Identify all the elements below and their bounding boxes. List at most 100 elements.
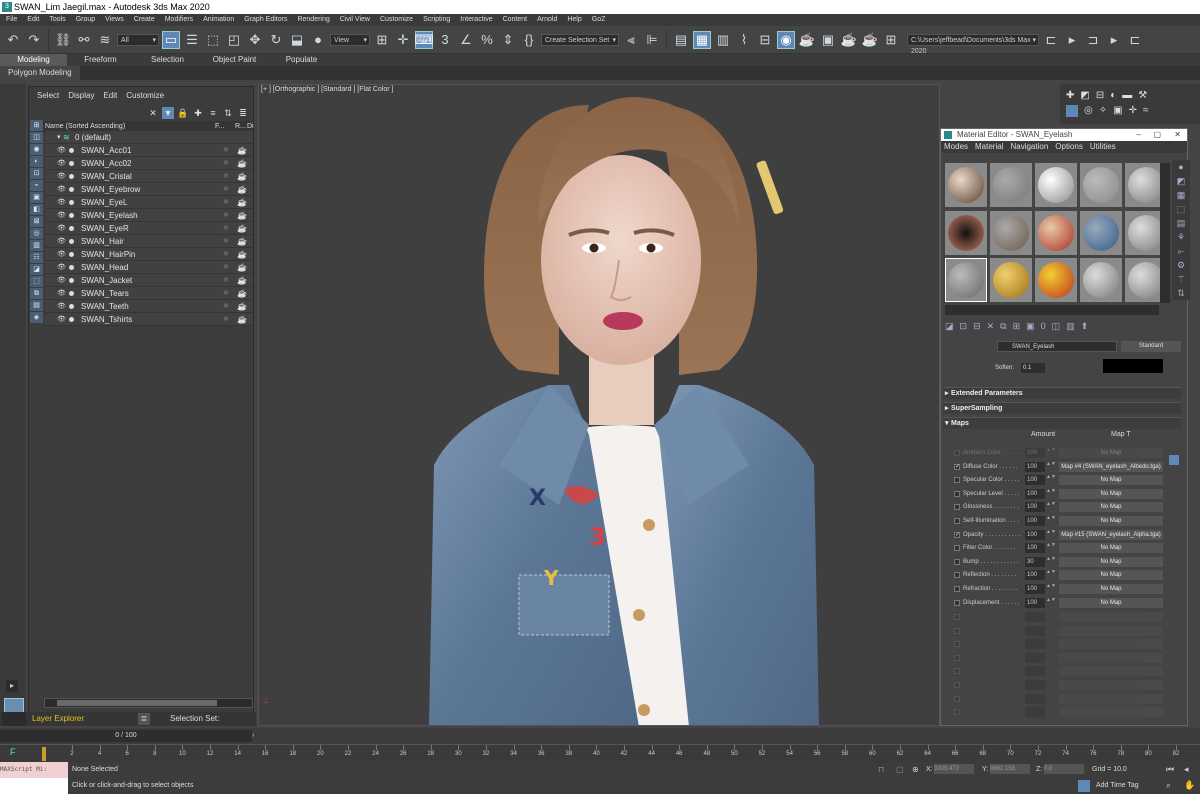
track-bar[interactable]: F 2 4 6 8 10 12 14 16 18 20 22 24 26 28 30 32 34 36 38 40 42…	[0, 744, 1200, 762]
close-icon[interactable]: ✕	[147, 107, 159, 119]
rect-selection-icon[interactable]: ⬚	[204, 31, 222, 49]
render-dot-icon[interactable]	[69, 174, 74, 179]
material-menu-utilities[interactable]: Utilities	[1090, 141, 1116, 153]
window-crossing-icon[interactable]: ◰	[225, 31, 243, 49]
visibility-icon[interactable]: 👁	[57, 274, 66, 287]
time-marker[interactable]	[42, 747, 46, 761]
scene-object-row[interactable]: 👁 SWAN_EyeL ❄ ☕	[45, 196, 253, 209]
menu-item-scripting[interactable]: Scripting	[423, 14, 450, 26]
display-tab-icon[interactable]: ▬	[1122, 90, 1132, 101]
scene-object-row[interactable]: 👁 SWAN_Hair ❄ ☕	[45, 235, 253, 248]
select-by-name-icon[interactable]: ☰	[183, 31, 201, 49]
map-checkbox[interactable]	[954, 558, 960, 565]
render-dot-icon[interactable]	[69, 187, 74, 192]
map-button[interactable]: Map #15 (SWAN_eyelash_Alpha.tga)	[1059, 529, 1163, 540]
material-menu-material[interactable]: Material	[975, 141, 1003, 153]
lock-icon[interactable]: 🔒	[177, 107, 189, 119]
spacewarps-icon[interactable]: ≈	[1143, 105, 1149, 117]
material-name-field[interactable]: SWAN_Eyelash	[997, 341, 1117, 352]
keyboard-shortcut-icon[interactable]: ⌨	[415, 30, 433, 49]
layers-toggle-icon[interactable]: ≣	[138, 713, 150, 725]
bind-spacewarp-icon[interactable]: ≋	[96, 31, 114, 49]
map-amount-field[interactable]: 100	[1025, 502, 1045, 513]
scene-object-row[interactable]: 👁 SWAN_EyeR ❄ ☕	[45, 222, 253, 235]
map-button[interactable]: No Map	[1059, 475, 1163, 486]
menu-item-modifiers[interactable]: Modifiers	[165, 14, 193, 26]
sample-slot[interactable]	[990, 210, 1032, 255]
filter-icon[interactable]: ⊞	[30, 120, 43, 131]
render-dot-icon[interactable]	[69, 226, 74, 231]
modify-tab-icon[interactable]: ◩	[1080, 90, 1089, 101]
spinner-icon[interactable]: ▲▼	[1046, 597, 1056, 603]
filter-icon[interactable]: ▼	[162, 107, 174, 119]
sample-slot[interactable]	[1080, 258, 1122, 303]
reset-map-icon[interactable]: ✕	[987, 321, 995, 337]
toggle-layer-explorer-icon[interactable]: ▦	[693, 30, 711, 49]
absolute-mode-icon[interactable]: ⊕	[912, 765, 919, 774]
filter-icon[interactable]: ▣	[30, 192, 43, 203]
freeze-icon[interactable]: ❄	[223, 248, 229, 261]
sample-slot[interactable]	[945, 163, 987, 207]
link-icon[interactable]: ⛓	[54, 31, 72, 49]
soften-field[interactable]: 0.1	[1021, 363, 1045, 373]
map-button[interactable]: No Map	[1059, 448, 1163, 458]
freeze-icon[interactable]: ❄	[223, 170, 229, 183]
render-setup-icon[interactable]: ☕	[798, 31, 816, 49]
minimize-icon[interactable]: –	[1137, 129, 1141, 141]
lock-selection-icon[interactable]: ▢	[896, 765, 904, 774]
helpers-icon[interactable]: ✛	[1129, 105, 1137, 117]
filter-icon[interactable]: ◪	[30, 264, 43, 275]
teapot-icon[interactable]: ☕	[237, 235, 247, 248]
map-button[interactable]: No Map	[1059, 543, 1163, 554]
filter-icon[interactable]: ◎	[30, 228, 43, 239]
rotate-icon[interactable]: ↻	[267, 31, 285, 49]
filter-icon[interactable]: ⧉	[30, 288, 43, 299]
visibility-icon[interactable]: 👁	[57, 157, 66, 170]
z-field[interactable]: 0.0	[1044, 764, 1084, 774]
copy-material-icon[interactable]: ⧉	[1000, 321, 1006, 337]
map-checkbox[interactable]	[954, 490, 960, 497]
spinner-icon[interactable]: ▲▼	[1046, 529, 1056, 535]
scene-object-row[interactable]: 👁 SWAN_Head ❄ ☕	[45, 261, 253, 274]
sample-slot[interactable]	[1035, 258, 1077, 303]
map-amount-field[interactable]: 100	[1025, 515, 1045, 526]
visibility-icon[interactable]: 👁	[57, 183, 66, 196]
menu-item-help[interactable]: Help	[567, 14, 581, 26]
visibility-icon[interactable]: 👁	[57, 144, 66, 157]
explorer-menu-select[interactable]: Select	[37, 87, 59, 105]
zoom-icon[interactable]: ⌕	[1166, 780, 1171, 791]
pivot-icon[interactable]: ⊞	[373, 31, 391, 49]
utilities-tab-icon[interactable]: ⚒	[1138, 90, 1147, 101]
spinner-icon[interactable]: ▲▼	[1046, 570, 1056, 575]
go-to-start-icon[interactable]: ⏮	[1166, 764, 1174, 775]
project-extra-icon[interactable]: ⊏	[1126, 31, 1144, 49]
filter-icon[interactable]: ▥	[30, 240, 43, 251]
map-checkbox[interactable]	[954, 599, 960, 606]
undo-icon[interactable]: ↶	[4, 31, 22, 49]
filter-icon[interactable]: ⌁	[30, 180, 43, 191]
explorer-menu-edit[interactable]: Edit	[103, 87, 117, 105]
material-menu-options[interactable]: Options	[1055, 141, 1083, 153]
maxscript-listener[interactable]: MAXScript Mi:	[0, 762, 68, 778]
menu-item-goz[interactable]: GoZ	[592, 14, 606, 26]
project-open-icon[interactable]: ▸	[1105, 31, 1123, 49]
slot-scrollbar[interactable]	[945, 305, 1159, 315]
menu-item-tools[interactable]: Tools	[49, 14, 65, 26]
x-field[interactable]: 3209.472	[934, 764, 974, 774]
map-button[interactable]: No Map	[1059, 583, 1163, 594]
teapot-icon[interactable]: ☕	[237, 274, 247, 287]
pan-icon[interactable]: ✋	[1184, 780, 1195, 791]
map-checkbox[interactable]	[954, 504, 960, 511]
explorer-menu-display[interactable]: Display	[68, 87, 94, 105]
map-button[interactable]: No Map	[1059, 556, 1163, 567]
menu-item-edit[interactable]: Edit	[27, 14, 39, 26]
map-button[interactable]: Map #4 (SWAN_eyelash_Albedo.tga)	[1059, 461, 1163, 472]
polygon-modeling-tab[interactable]: Polygon Modeling	[0, 66, 80, 80]
filter-icon[interactable]: ☷	[30, 252, 43, 263]
place-icon[interactable]: ●	[309, 31, 327, 49]
spinner-icon[interactable]: ▲▼	[1046, 448, 1056, 453]
edit-named-sets-icon[interactable]: {}	[520, 31, 538, 49]
map-amount-field[interactable]: 100	[1025, 475, 1045, 486]
scene-object-row[interactable]: 👁 SWAN_Jacket ❄ ☕	[45, 274, 253, 287]
teapot-icon[interactable]: ☕	[237, 287, 247, 300]
